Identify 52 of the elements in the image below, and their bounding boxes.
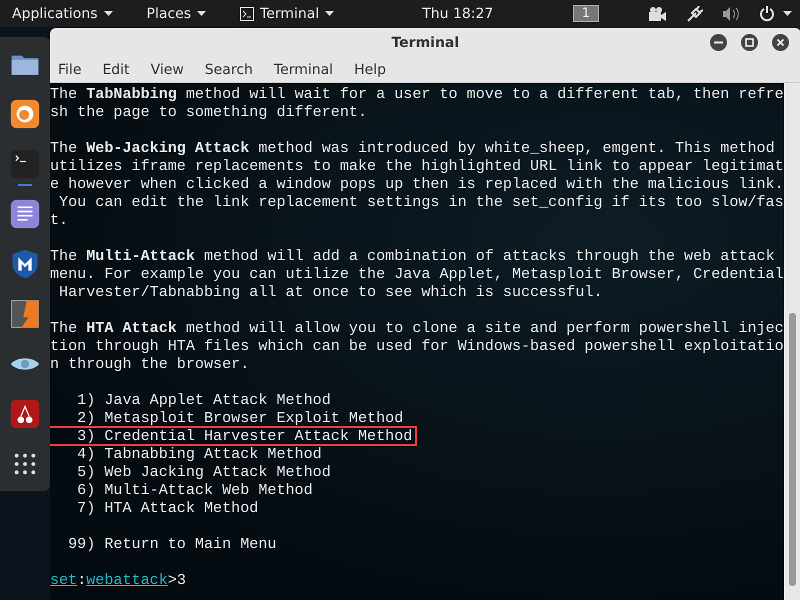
speaker-icon[interactable] xyxy=(723,6,739,20)
menu-item[interactable]: Terminal xyxy=(274,62,334,78)
menu-item[interactable]: File xyxy=(58,62,82,78)
terminal-line: sh the page to something different. xyxy=(50,103,368,121)
terminal-line: You can edit the link replacement settings in the set_config if its too slow/fas xyxy=(58,193,784,211)
terminal-line: The Web-Jacking Attack method was introduced by white_sheep, emgent. This method xyxy=(50,139,775,157)
terminal-line: menu. For example you can utilize the Java Applet, Metasploit Browser, Credential xyxy=(50,265,784,283)
caret-icon xyxy=(104,11,113,16)
command-prompt: set:webattack>3 xyxy=(50,571,186,589)
browser-icon[interactable] xyxy=(10,99,40,129)
top-bar-menu[interactable]: Places xyxy=(146,6,206,22)
terminal-line: The Multi-Attack method will add a combination of attacks through the web attack xyxy=(50,247,775,265)
menu-option: 7) HTA Attack Method xyxy=(50,499,262,517)
minimize-button[interactable] xyxy=(710,34,727,51)
menu-item[interactable]: Edit xyxy=(102,62,130,78)
window-title: Terminal xyxy=(391,34,460,50)
terminal-line: e however when clicked a window pops up then is replaced with the malicious link. xyxy=(50,175,784,193)
document-icon[interactable] xyxy=(10,199,40,229)
terminal-line: The TabNabbing method will wait for a user to move to a different tab, then refre xyxy=(50,85,784,103)
menu-option: 6) Multi-Attack Web Method xyxy=(50,481,317,499)
scrollbar[interactable] xyxy=(784,83,800,600)
power-icon[interactable] xyxy=(759,6,775,22)
caret-icon xyxy=(783,11,792,16)
clock[interactable]: Thu 18:27 xyxy=(422,6,573,22)
menu-item[interactable]: Help xyxy=(354,62,386,78)
camera-icon[interactable] xyxy=(649,6,667,20)
terminal-line: t. xyxy=(50,211,68,229)
menu-option: 2) Metasploit Browser Exploit Method xyxy=(50,409,408,427)
terminal-line: n through the browser. xyxy=(50,355,250,373)
menu-option: 99) Return to Main Menu xyxy=(50,535,276,553)
caret-icon xyxy=(197,11,206,16)
terminal-line: utilizes iframe replacements to make the highlighted URL link to appear legitimat xyxy=(50,157,784,175)
cherry-icon[interactable] xyxy=(10,399,40,429)
terminal-line: The HTA Attack method will allow you to clone a site and perform powershell injec xyxy=(50,319,784,337)
close-button[interactable] xyxy=(772,34,789,51)
network-icon[interactable] xyxy=(687,6,703,22)
terminal-line: Harvester/Tabnabbing all at once to see which is successful. xyxy=(58,283,603,301)
terminal-icon xyxy=(240,6,254,20)
menu-option: 3) Credential Harvester Attack Method xyxy=(50,427,416,445)
menu-option: 4) Tabnabbing Attack Method xyxy=(50,445,326,463)
top-bar-menu[interactable]: Terminal xyxy=(240,6,334,22)
menu-item[interactable]: Search xyxy=(204,62,253,78)
shield-icon[interactable] xyxy=(10,249,40,279)
menu-option: 5) Web Jacking Attack Method xyxy=(50,463,335,481)
bolt-icon[interactable] xyxy=(10,299,40,329)
workspace-indicator[interactable]: 1 xyxy=(572,5,599,22)
menu-item[interactable]: View xyxy=(150,62,184,78)
maximize-button[interactable] xyxy=(740,34,758,51)
top-bar-menu[interactable]: Applications xyxy=(12,6,113,22)
menu-option: 1) Java Applet Attack Method xyxy=(50,391,335,409)
terminal-line: tion through HTA files which can be used for Windows-based powershell exploitatio xyxy=(50,337,784,355)
caret-icon xyxy=(325,11,334,16)
